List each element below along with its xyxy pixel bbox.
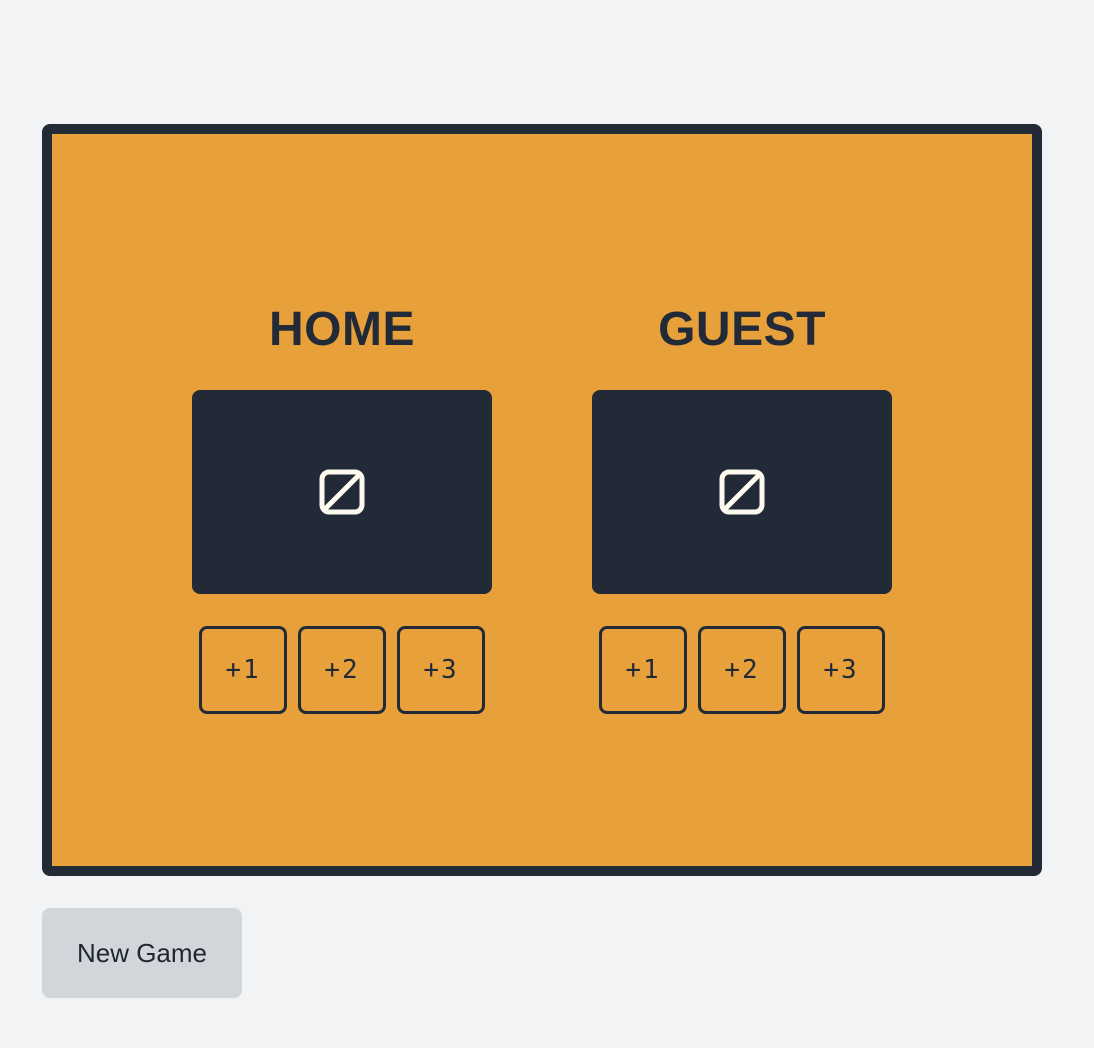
missing-glyph-icon: [319, 469, 365, 515]
guest-team-panel: GUEST +1 +2 +3: [592, 294, 892, 714]
home-team-name: HOME: [269, 303, 415, 356]
home-score-display: [192, 390, 492, 594]
missing-glyph-icon: [719, 469, 765, 515]
guest-team-name: GUEST: [658, 303, 826, 356]
home-add-3-button[interactable]: +3: [397, 626, 485, 714]
guest-score-display: [592, 390, 892, 594]
scoreboard: HOME +1 +2 +3 GUEST +1 +2 +3: [42, 124, 1042, 876]
home-add-1-button[interactable]: +1: [199, 626, 287, 714]
guest-add-3-button[interactable]: +3: [797, 626, 885, 714]
guest-add-2-button[interactable]: +2: [698, 626, 786, 714]
guest-score-buttons: +1 +2 +3: [592, 626, 892, 714]
home-add-2-button[interactable]: +2: [298, 626, 386, 714]
home-team-panel: HOME +1 +2 +3: [192, 294, 492, 714]
guest-add-1-button[interactable]: +1: [599, 626, 687, 714]
home-score-buttons: +1 +2 +3: [192, 626, 492, 714]
new-game-button[interactable]: New Game: [42, 908, 242, 998]
